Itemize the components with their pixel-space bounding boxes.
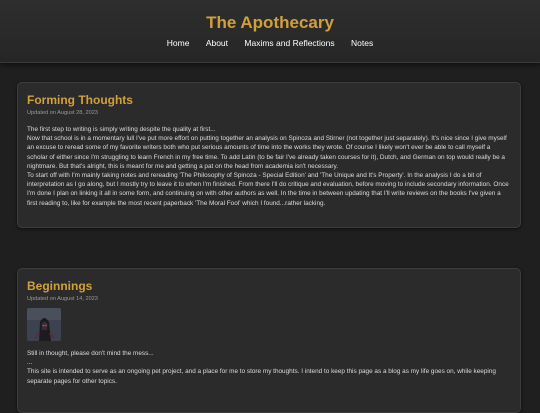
post-paragraph: This site is intended to serve as an ong… xyxy=(27,368,496,385)
hooded-figure-image xyxy=(27,308,61,341)
post-image xyxy=(27,308,61,341)
nav-about-link[interactable]: About xyxy=(206,38,228,48)
post-body: Still in thought, please don't mind the … xyxy=(27,349,511,386)
post-paragraph: The first step to writing is simply writ… xyxy=(27,126,216,133)
post-paragraph: To start off with I'm mainly taking note… xyxy=(27,172,509,207)
post-body: The first step to writing is simply writ… xyxy=(27,125,511,208)
post-date: Updated on August 28, 2023 xyxy=(27,110,98,116)
post-card: Beginnings Updated on August 14, 2023 St… xyxy=(17,268,521,413)
post-paragraph: ... xyxy=(27,359,33,367)
post-paragraph: Now that school is in a momentary lull I… xyxy=(27,135,507,170)
nav-home-link[interactable]: Home xyxy=(167,38,190,48)
site-header: The Apothecary Home About Maxims and Ref… xyxy=(0,0,540,63)
nav-notes-link[interactable]: Notes xyxy=(351,38,373,48)
nav-maxims-link[interactable]: Maxims and Reflections xyxy=(244,38,334,48)
post-date: Updated on August 14, 2023 xyxy=(27,296,98,302)
site-title: The Apothecary xyxy=(206,13,334,32)
post-card: Forming Thoughts Updated on August 28, 2… xyxy=(17,82,521,228)
post-paragraph: Still in thought, please don't mind the … xyxy=(27,350,154,357)
main-nav: Home About Maxims and Reflections Notes xyxy=(0,38,540,48)
post-title: Beginnings xyxy=(27,279,93,293)
post-title: Forming Thoughts xyxy=(27,93,133,107)
